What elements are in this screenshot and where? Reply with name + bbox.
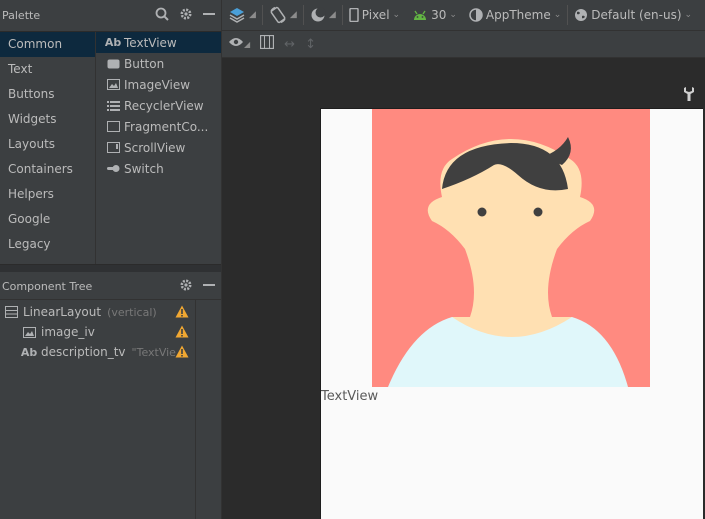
category-containers[interactable]: Containers: [0, 157, 95, 182]
tree-node-linearlayout[interactable]: LinearLayout (vertical): [4, 302, 157, 322]
chevron-down-icon: ⌄: [449, 10, 457, 20]
chevron-down-icon: ◢: [249, 10, 256, 20]
chevron-down-icon: ◢: [289, 10, 297, 20]
component-tree-header: Component Tree: [0, 272, 221, 300]
chevron-down-icon: ◢: [328, 10, 336, 20]
design-editor: ◢ ◢ ◢ Pixel ⌄ 30 ⌄ AppTheme ⌄ Default (e…: [221, 0, 705, 519]
palette-item-scrollview[interactable]: ScrollView: [96, 137, 221, 158]
tree-node-label: image_iv: [41, 325, 95, 339]
imageview-icon: [106, 79, 120, 91]
device-label: Pixel: [361, 8, 390, 22]
theme-selector[interactable]: AppTheme ⌄: [463, 0, 567, 31]
design-toolbar: ◢ ◢ ◢ Pixel ⌄ 30 ⌄ AppTheme ⌄ Default (e…: [222, 0, 705, 31]
view-options-toolbar: ◢ ↔ ↕: [222, 31, 705, 58]
design-surface-button[interactable]: ◢: [222, 0, 262, 31]
component-tree-title: Component Tree: [2, 280, 93, 293]
chevron-down-icon: ⌄: [553, 10, 562, 20]
palette-item-label: RecyclerView: [124, 98, 204, 113]
search-icon[interactable]: [155, 7, 169, 25]
category-buttons[interactable]: Buttons: [0, 82, 95, 107]
theme-label: AppTheme: [485, 8, 551, 22]
palette-item-label: ScrollView: [124, 140, 186, 155]
gear-icon[interactable]: [179, 278, 193, 296]
warning-icon[interactable]: [175, 345, 189, 358]
palette-item-label: ImageView: [124, 77, 191, 92]
globe-icon: [575, 9, 588, 21]
palette-title: Palette: [2, 9, 41, 22]
night-mode-icon: [311, 7, 326, 22]
tree-node-sub: (vertical): [107, 305, 157, 319]
palette-item-label: FragmentCo...: [124, 119, 209, 134]
tree-node-label: description_tv: [41, 345, 126, 359]
phone-icon: [349, 8, 359, 22]
device-selector[interactable]: Pixel ⌄: [343, 0, 406, 31]
palette-item-fragment[interactable]: FragmentCo...: [96, 116, 221, 137]
component-tree-divider: [195, 300, 196, 519]
gear-icon[interactable]: [179, 7, 193, 25]
category-text[interactable]: Text: [0, 57, 95, 82]
switch-icon: [106, 163, 120, 175]
api-selector[interactable]: 30 ⌄: [406, 0, 463, 31]
minimize-icon[interactable]: [203, 278, 215, 296]
palette-item-switch[interactable]: Switch: [96, 158, 221, 179]
textview-icon: Ab: [20, 345, 38, 359]
theme-icon: [469, 8, 483, 22]
chevron-down-icon: ⌄: [392, 10, 401, 20]
minimize-icon[interactable]: [203, 7, 215, 25]
eye-icon[interactable]: [228, 36, 244, 52]
palette-header: Palette: [0, 0, 221, 32]
button-icon: [106, 58, 120, 70]
list-icon: [106, 100, 120, 112]
avatar-image[interactable]: [372, 109, 650, 387]
horizontal-resize-icon[interactable]: ↔: [284, 37, 295, 52]
category-helpers[interactable]: Helpers: [0, 182, 95, 207]
warning-icon[interactable]: [175, 325, 189, 338]
tree-node-image-iv[interactable]: image_iv: [22, 322, 95, 342]
warning-icon[interactable]: [175, 305, 189, 318]
api-label: 30: [431, 8, 447, 22]
wrench-icon[interactable]: [683, 86, 695, 102]
textview-preview[interactable]: TextView: [321, 389, 378, 404]
chevron-down-icon: ◢: [244, 39, 251, 49]
palette-item-label: Button: [124, 56, 165, 71]
scrollview-icon: [106, 142, 120, 154]
palette-item-textview[interactable]: Ab TextView: [96, 32, 221, 53]
tree-node-label: LinearLayout: [23, 305, 102, 319]
category-google[interactable]: Google: [0, 207, 95, 232]
palette-categories: Common Text Buttons Widgets Layouts Cont…: [0, 32, 95, 264]
palette-item-imageview[interactable]: ImageView: [96, 74, 221, 95]
android-icon: [414, 10, 427, 20]
orientation-button[interactable]: ◢: [263, 0, 303, 31]
layers-icon: [229, 8, 245, 23]
rotate-icon: [270, 6, 286, 24]
category-layouts[interactable]: Layouts: [0, 132, 95, 157]
textview-icon: Ab: [104, 36, 122, 49]
locale-label: Default (en-us): [591, 8, 682, 22]
fragment-icon: [106, 121, 120, 133]
tree-node-description-tv[interactable]: Ab description_tv "TextVie...: [20, 342, 187, 362]
phone-preview[interactable]: TextView: [320, 108, 703, 519]
category-legacy[interactable]: Legacy: [0, 232, 95, 257]
category-common[interactable]: Common: [0, 32, 95, 57]
chevron-down-icon: ⌄: [684, 10, 693, 20]
vertical-resize-icon[interactable]: ↕: [305, 37, 316, 52]
palette-items: Ab TextView Button ImageView RecyclerVie…: [96, 32, 221, 264]
palette-item-label: Switch: [124, 161, 164, 176]
category-widgets[interactable]: Widgets: [0, 107, 95, 132]
night-mode-button[interactable]: ◢: [304, 0, 342, 31]
linearlayout-icon: [4, 306, 18, 318]
palette-item-label: TextView: [124, 35, 177, 50]
blueprint-toggle-icon[interactable]: [260, 34, 275, 53]
locale-selector[interactable]: Default (en-us) ⌄: [568, 0, 698, 31]
left-panel: Palette Common Text Buttons Widgets Layo…: [0, 0, 221, 519]
palette-item-recyclerview[interactable]: RecyclerView: [96, 95, 221, 116]
palette-item-button[interactable]: Button: [96, 53, 221, 74]
imageview-icon: [22, 326, 36, 338]
panel-splitter[interactable]: [0, 264, 221, 272]
